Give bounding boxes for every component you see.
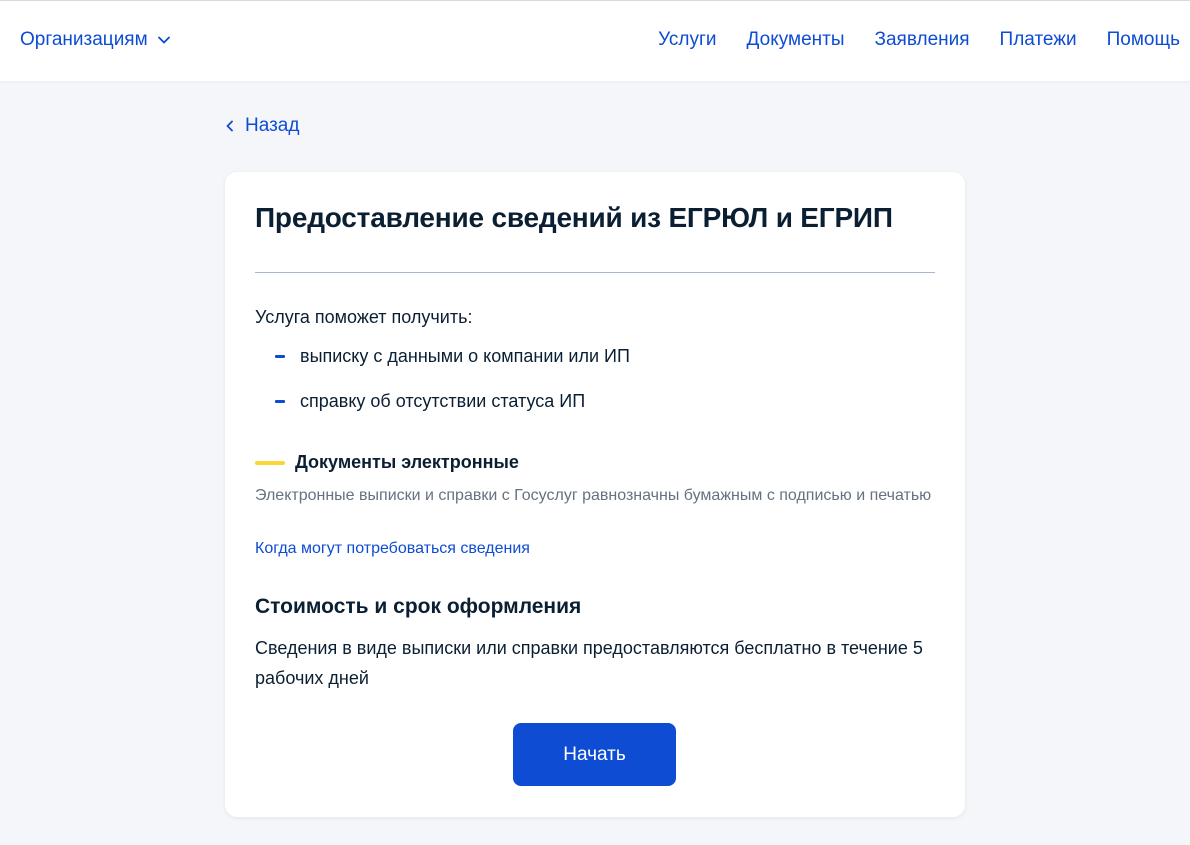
electronic-documents-heading-text: Документы электронные	[295, 452, 519, 472]
service-card: Предоставление сведений из ЕГРЮЛ и ЕГРИП…	[225, 172, 965, 817]
title-divider	[255, 272, 935, 273]
list-item: выписку с данными о компании или ИП	[275, 346, 630, 367]
when-needed-link[interactable]: Когда могут потребоваться сведения	[255, 540, 530, 558]
page-title: Предоставление сведений из ЕГРЮЛ и ЕГРИП	[255, 202, 893, 233]
back-link-label: Назад	[245, 115, 300, 136]
list-item-text: справку об отсутствии статуса ИП	[300, 391, 586, 411]
electronic-documents-description: Электронные выписки и справки с Госуслуг…	[255, 487, 932, 504]
list-item: справку об отсутствии статуса ИП	[275, 391, 585, 412]
cost-description: Сведения в виде выписки или справки пред…	[255, 638, 923, 688]
back-link[interactable]: Назад	[224, 115, 299, 137]
cost-heading: Стоимость и срок оформления	[255, 595, 582, 618]
nav-link-payments[interactable]: Платежи	[1000, 29, 1077, 51]
chevron-left-icon	[224, 119, 236, 133]
service-intro: Услуга поможет получить:	[255, 307, 473, 327]
nav-link-applications[interactable]: Заявления	[875, 29, 970, 51]
organizations-menu[interactable]: Организациям	[20, 29, 171, 51]
chevron-down-icon	[157, 33, 171, 47]
dash-bullet-icon	[275, 400, 285, 403]
organizations-menu-label: Организациям	[20, 29, 148, 50]
nav-link-services[interactable]: Услуги	[658, 29, 716, 51]
list-item-text: выписку с данными о компании или ИП	[300, 346, 630, 366]
top-header: Организациям Услуги Документы Заявления …	[0, 0, 1190, 81]
yellow-accent-bar	[255, 460, 285, 465]
start-button[interactable]: Начать	[513, 723, 676, 786]
electronic-documents-heading: Документы электронные	[255, 452, 519, 473]
dash-bullet-icon	[275, 355, 285, 358]
nav-link-documents[interactable]: Документы	[747, 29, 845, 51]
main-nav: Услуги Документы Заявления Платежи Помощ…	[658, 29, 1180, 51]
nav-link-help[interactable]: Помощь	[1107, 29, 1180, 51]
